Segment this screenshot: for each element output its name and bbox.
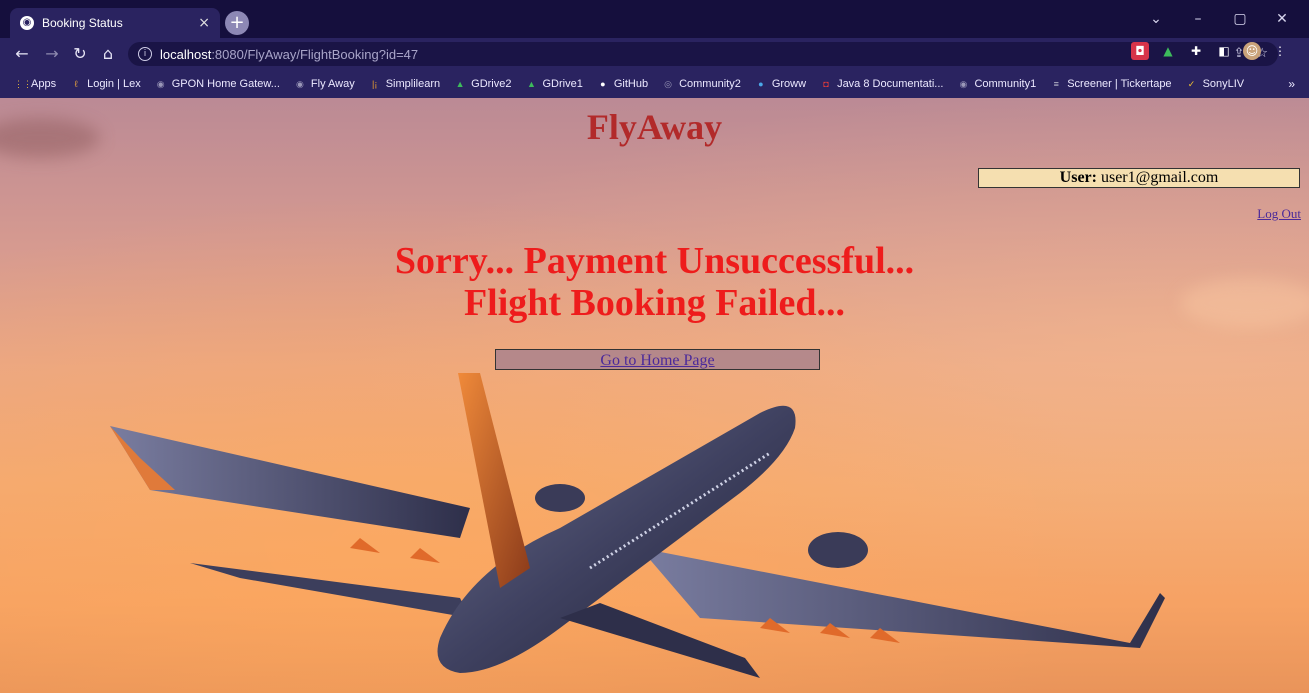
bookmark-item[interactable]: ⋮⋮ Apps — [14, 78, 56, 90]
back-arrow-icon[interactable]: ← — [10, 42, 34, 66]
booking-failed-message: Sorry... Payment Unsuccessful... Flight … — [0, 240, 1309, 324]
message-line-2: Flight Booking Failed... — [463, 282, 846, 324]
globe-icon: ◉ — [959, 79, 968, 89]
bookmark-label: GitHub — [613, 78, 649, 90]
bookmark-label: Login | Lex — [87, 78, 141, 90]
bookmark-label: GDrive1 — [542, 78, 583, 90]
new-tab-button[interactable]: + — [225, 11, 249, 35]
left-engine — [535, 484, 585, 512]
community-icon: ◎ — [664, 79, 672, 89]
gdrive-icon: ▲ — [527, 79, 536, 89]
browser-toolbar: ← → ↻ ⌂ i localhost :8080/FlyAway/Flight… — [0, 38, 1309, 70]
bookmark-label: Simplilearn — [385, 78, 441, 90]
bookmarks-overflow-icon[interactable]: » — [1288, 77, 1295, 91]
simplilearn-icon: |¡ — [372, 79, 378, 89]
bookmark-label: Screener | Tickertape — [1067, 78, 1172, 90]
profile-avatar[interactable]: ☺ — [1243, 42, 1261, 60]
left-stabilizer — [190, 563, 470, 618]
globe-icon: ◉ — [156, 79, 165, 89]
bookmark-item[interactable]: ◉ GPON Home Gatew... — [155, 78, 280, 90]
bookmark-item[interactable]: ◎ Community2 — [662, 78, 741, 90]
bookmark-item[interactable]: ● GitHub — [597, 78, 648, 90]
tab-strip: ◉ Booking Status × + ⌄ – ▢ ✕ — [0, 0, 1309, 38]
github-icon: ● — [600, 79, 606, 89]
url-host: localhost — [160, 46, 212, 62]
restore-icon[interactable]: ▢ — [1221, 6, 1259, 32]
bookmark-label: Java 8 Documentati... — [837, 78, 944, 90]
flap-fairing — [350, 538, 380, 553]
address-bar[interactable]: i localhost :8080/FlyAway/FlightBooking?… — [128, 42, 1278, 66]
bookmark-label: GDrive2 — [471, 78, 512, 90]
user-label: User: — [1059, 169, 1097, 186]
bookmark-item[interactable]: ▲ GDrive2 — [454, 78, 512, 90]
forward-arrow-icon[interactable]: → — [40, 42, 64, 66]
groww-icon: ● — [758, 79, 764, 89]
globe-icon: ◉ — [20, 16, 34, 30]
url-path: :8080/FlyAway/FlightBooking?id=47 — [211, 46, 419, 62]
tickertape-icon: ≡ — [1053, 79, 1059, 89]
bookmark-label: Groww — [771, 78, 807, 90]
close-window-icon[interactable]: ✕ — [1263, 6, 1301, 32]
reload-icon[interactable]: ↻ — [68, 42, 92, 66]
extensions-puzzle-icon[interactable]: ✚ — [1187, 42, 1205, 60]
page-content: FlyAway User: user1@gmail.com Log Out So… — [0, 98, 1309, 693]
bookmark-item[interactable]: ✓ SonyLIV — [1186, 78, 1245, 90]
minimize-icon[interactable]: – — [1179, 6, 1217, 32]
home-icon[interactable]: ⌂ — [96, 42, 120, 66]
globe-icon: ◉ — [295, 79, 304, 89]
browser-window: ◉ Booking Status × + ⌄ – ▢ ✕ ← → ↻ ⌂ i l… — [0, 0, 1309, 693]
browser-chrome: ◉ Booking Status × + ⌄ – ▢ ✕ ← → ↻ ⌂ i l… — [0, 0, 1309, 98]
bookmark-item[interactable]: ▲ GDrive1 — [525, 78, 583, 90]
bookmark-item[interactable]: ℓ Login | Lex — [70, 78, 141, 90]
sonyliv-icon: ✓ — [1187, 79, 1196, 89]
logout-link[interactable]: Log Out — [1257, 206, 1301, 222]
tab-booking-status[interactable]: ◉ Booking Status × — [10, 8, 220, 38]
site-title: FlyAway — [586, 107, 723, 147]
tail-fin — [458, 373, 530, 588]
tab-search-icon[interactable]: ⌄ — [1137, 6, 1175, 32]
java-doc-icon: ◘ — [823, 79, 829, 89]
user-email: user1@gmail.com — [1100, 169, 1219, 186]
bookmark-item[interactable]: ● Groww — [755, 78, 806, 90]
right-wing — [640, 548, 1165, 648]
bookmark-label: Community2 — [679, 78, 741, 90]
go-home-link[interactable]: Go to Home Page — [600, 352, 714, 369]
apps-grid-icon: ⋮⋮ — [14, 79, 32, 89]
user-info-box: User: user1@gmail.com — [978, 168, 1300, 188]
lex-icon: ℓ — [74, 79, 78, 89]
pocket-extension-icon[interactable]: ◘ — [1131, 42, 1149, 60]
flap-fairing — [410, 548, 440, 563]
bookmark-label: Fly Away — [310, 78, 355, 90]
bookmark-item[interactable]: ◉ Community1 — [957, 78, 1037, 90]
bookmarks-bar: ⋮⋮ Apps ℓ Login | Lex ◉ GPON Home Gatew... ◉ Fl… — [0, 70, 1309, 98]
tab-title: Booking Status — [42, 16, 123, 30]
right-engine — [808, 532, 868, 568]
bookmark-label: Community1 — [974, 78, 1037, 90]
bookmark-label: SonyLIV — [1202, 78, 1245, 90]
tab-close-icon[interactable]: × — [198, 15, 210, 31]
bookmark-item[interactable]: ◉ Fly Away — [294, 78, 355, 90]
site-info-icon[interactable]: i — [138, 47, 152, 61]
window-controls: ⌄ – ▢ ✕ — [1137, 6, 1301, 32]
side-panel-icon[interactable]: ◧ — [1215, 42, 1233, 60]
bookmark-label: Apps — [31, 78, 57, 90]
bookmark-item[interactable]: ≡ Screener | Tickertape — [1050, 78, 1172, 90]
bookmark-item[interactable]: |¡ Simplilearn — [369, 78, 440, 90]
message-line-1: Sorry... Payment Unsuccessful... — [394, 240, 915, 282]
gdrive-icon: ▲ — [455, 79, 465, 89]
menu-kebab-icon[interactable]: ⋮ — [1271, 42, 1289, 60]
gdrive-extension-icon[interactable]: ▲ — [1159, 42, 1177, 60]
extensions-area: ◘ ▲ ✚ ◧ ☺ ⋮ — [1131, 42, 1289, 60]
bookmark-label: GPON Home Gatew... — [171, 78, 280, 90]
home-link-box: Go to Home Page — [495, 349, 820, 370]
bookmark-item[interactable]: ◘ Java 8 Documentati... — [820, 78, 943, 90]
